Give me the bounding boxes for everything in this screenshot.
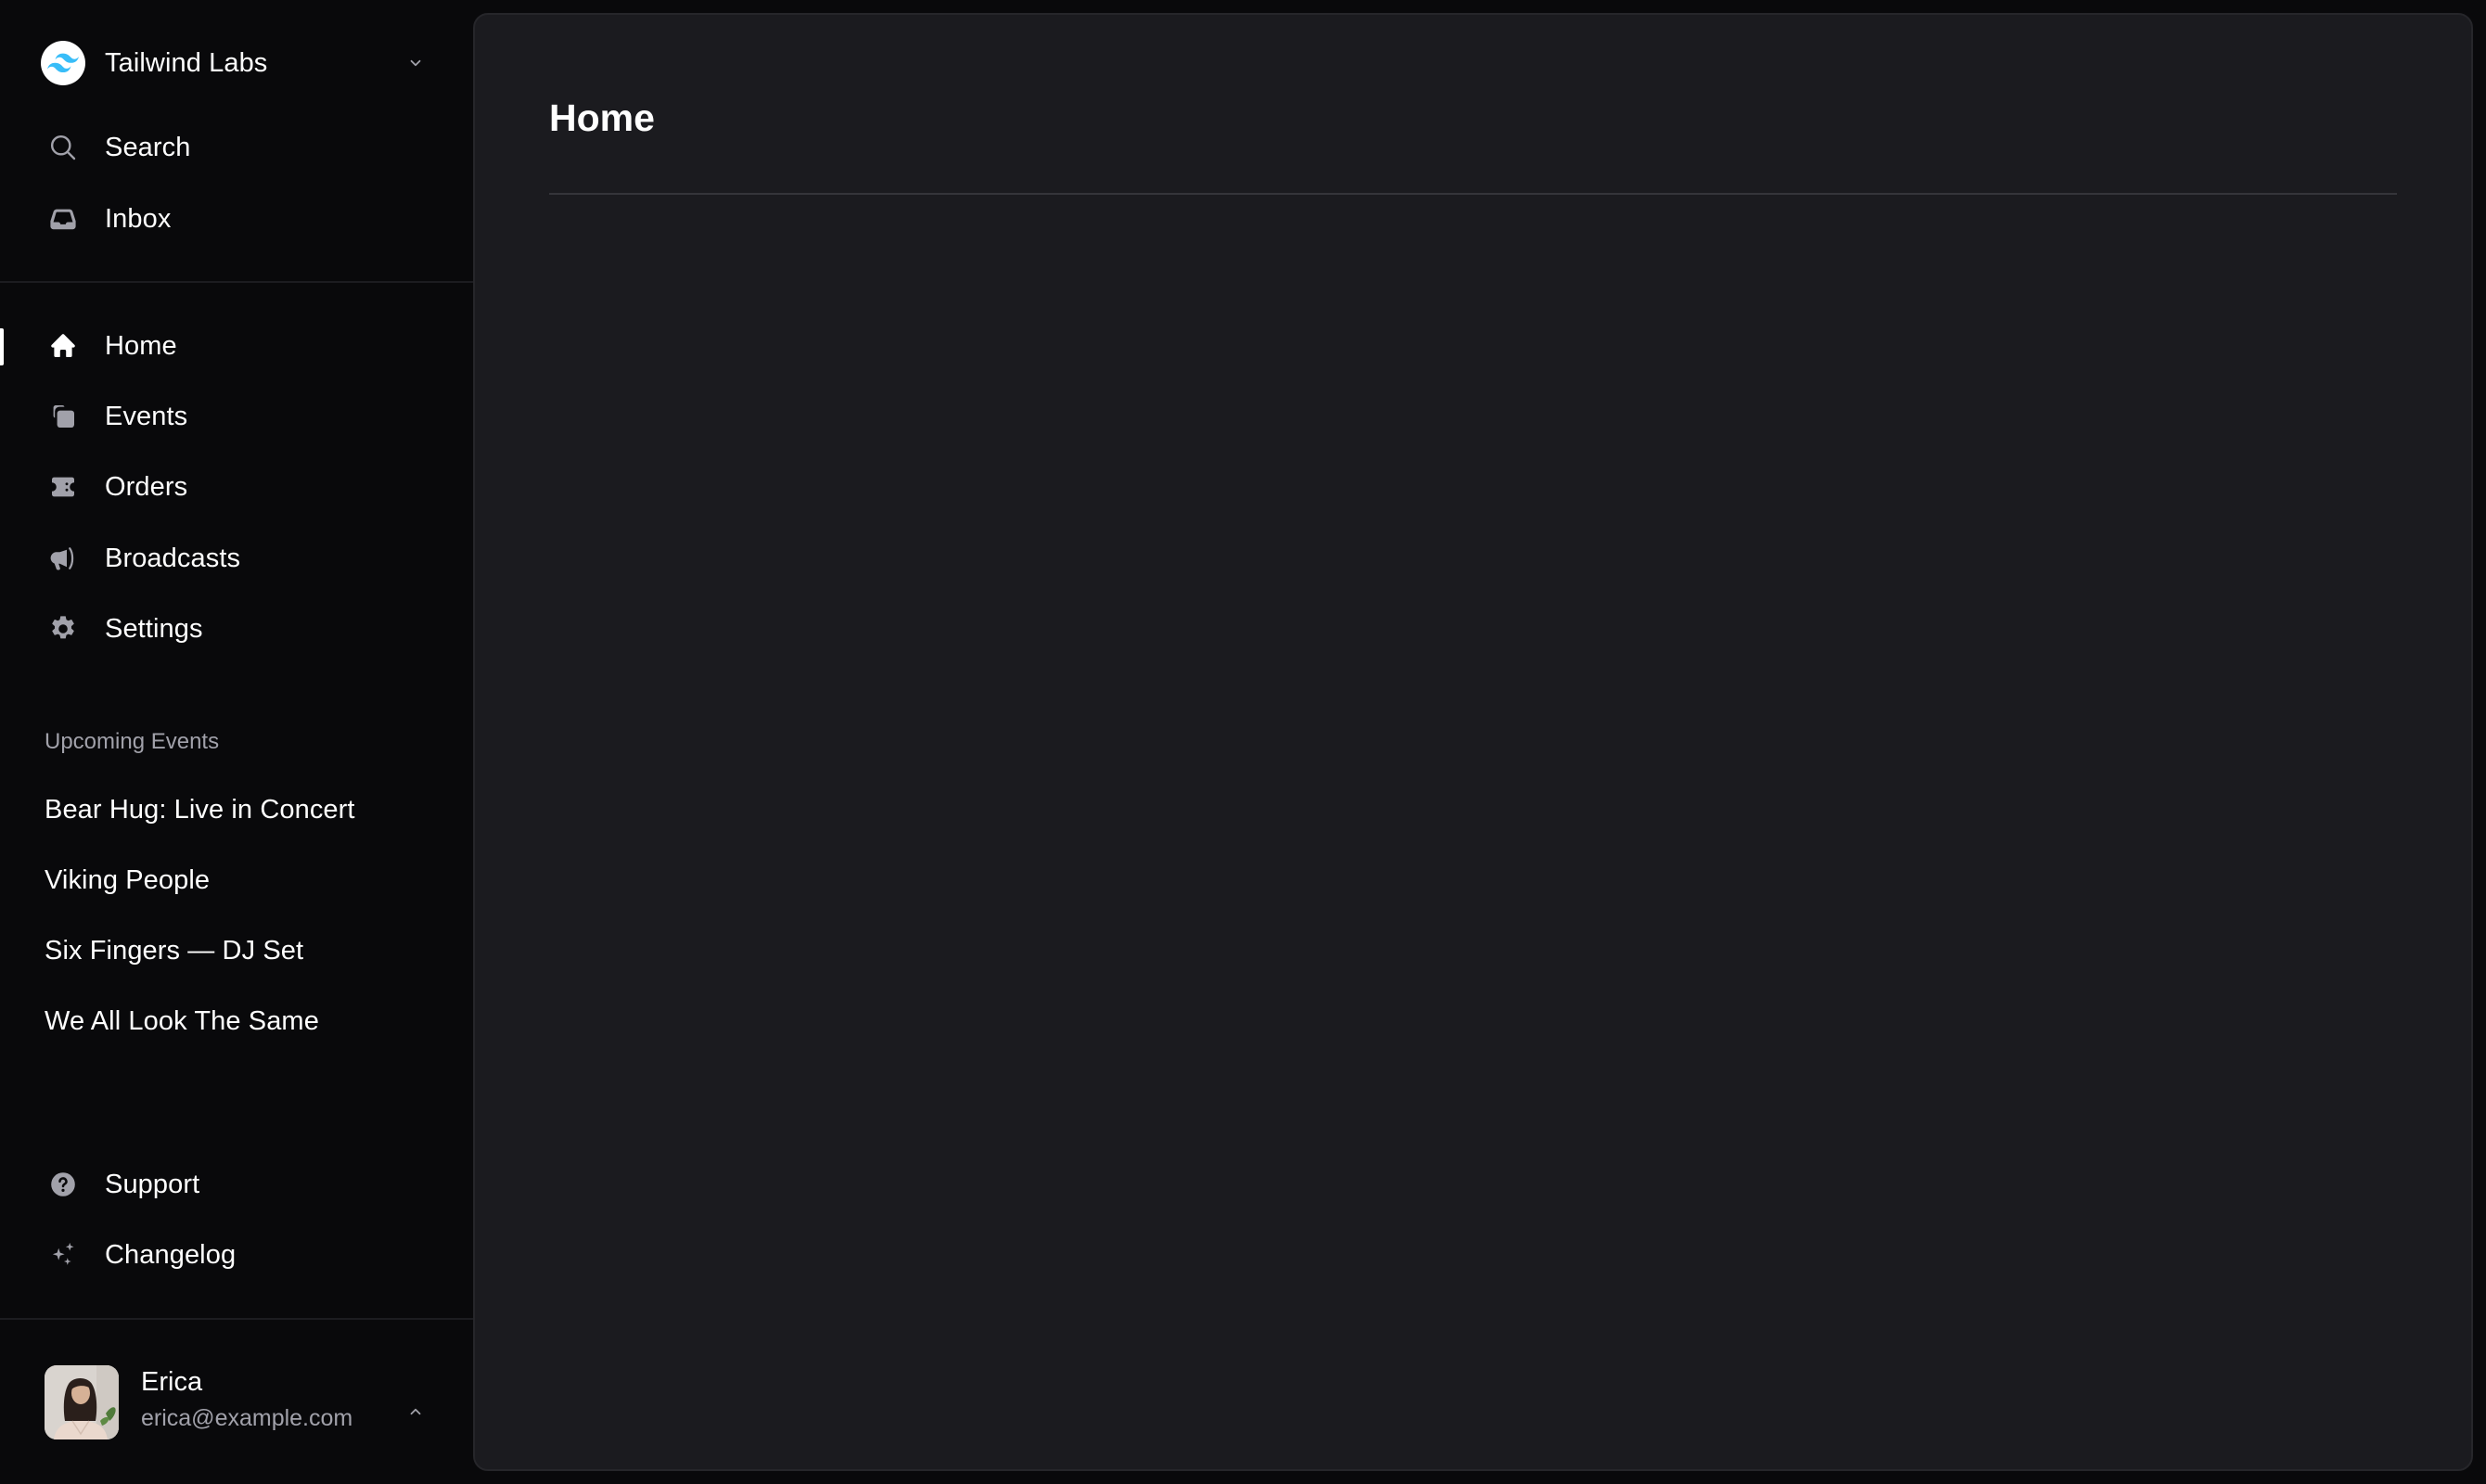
sidebar-item-label: Orders (105, 471, 188, 502)
event-item[interactable]: Bear Hug: Live in Concert (0, 780, 473, 839)
sidebar-item-label: Events (105, 401, 188, 431)
event-item-label: Viking People (45, 864, 211, 895)
event-item-label: Six Fingers — DJ Set (45, 935, 304, 966)
gear-icon (48, 614, 78, 644)
chevron-up-icon[interactable] (401, 1397, 430, 1426)
sidebar-item-inbox[interactable]: Inbox (0, 189, 473, 249)
page-title: Home (549, 96, 655, 139)
search-icon (48, 133, 78, 162)
team-name: Tailwind Labs (105, 47, 268, 78)
event-item-label: Bear Hug: Live in Concert (45, 794, 355, 825)
sidebar-item-label: Search (105, 132, 191, 162)
event-item[interactable]: Six Fingers — DJ Set (0, 921, 473, 980)
team-switcher[interactable]: Tailwind Labs (0, 33, 473, 93)
inbox-icon (48, 204, 78, 234)
sidebar-item-label: Support (105, 1169, 200, 1199)
megaphone-icon (48, 544, 78, 573)
event-item-label: We All Look The Same (45, 1005, 319, 1036)
upcoming-events-heading: Upcoming Events (45, 729, 220, 754)
sidebar-divider (0, 281, 473, 283)
sidebar-item-changelog[interactable]: Changelog (0, 1225, 473, 1285)
sidebar-item-settings[interactable]: Settings (0, 599, 473, 659)
event-item[interactable]: We All Look The Same (0, 991, 473, 1051)
main-content: Home (473, 13, 2473, 1471)
sidebar-item-broadcasts[interactable]: Broadcasts (0, 529, 473, 588)
sidebar-item-label: Home (105, 330, 177, 361)
sidebar-item-label: Changelog (105, 1239, 237, 1270)
sidebar-divider (0, 1318, 473, 1320)
event-item[interactable]: Viking People (0, 851, 473, 910)
events-icon (48, 402, 78, 431)
chevron-down-icon[interactable] (401, 48, 430, 78)
sidebar-item-support[interactable]: Support (0, 1155, 473, 1214)
sidebar-item-search[interactable]: Search (0, 118, 473, 177)
sidebar-item-label: Broadcasts (105, 543, 241, 573)
user-menu[interactable]: Erica erica@example.com (0, 1336, 473, 1465)
sparkles-icon (48, 1240, 78, 1270)
ticket-icon (48, 472, 78, 502)
sidebar-item-orders[interactable]: Orders (0, 457, 473, 517)
sidebar: Tailwind Labs Search Inbox Home Events O… (0, 0, 473, 1484)
sidebar-item-label: Inbox (105, 203, 172, 234)
home-icon (48, 331, 78, 361)
title-divider (549, 193, 2397, 195)
sidebar-item-events[interactable]: Events (0, 387, 473, 446)
user-name: Erica (141, 1367, 203, 1397)
question-circle-icon (48, 1170, 78, 1199)
sidebar-item-label: Settings (105, 613, 203, 644)
avatar (45, 1365, 119, 1439)
tailwind-logo-icon (41, 41, 85, 85)
user-email: erica@example.com (141, 1405, 353, 1431)
sidebar-item-home[interactable]: Home (0, 316, 473, 376)
